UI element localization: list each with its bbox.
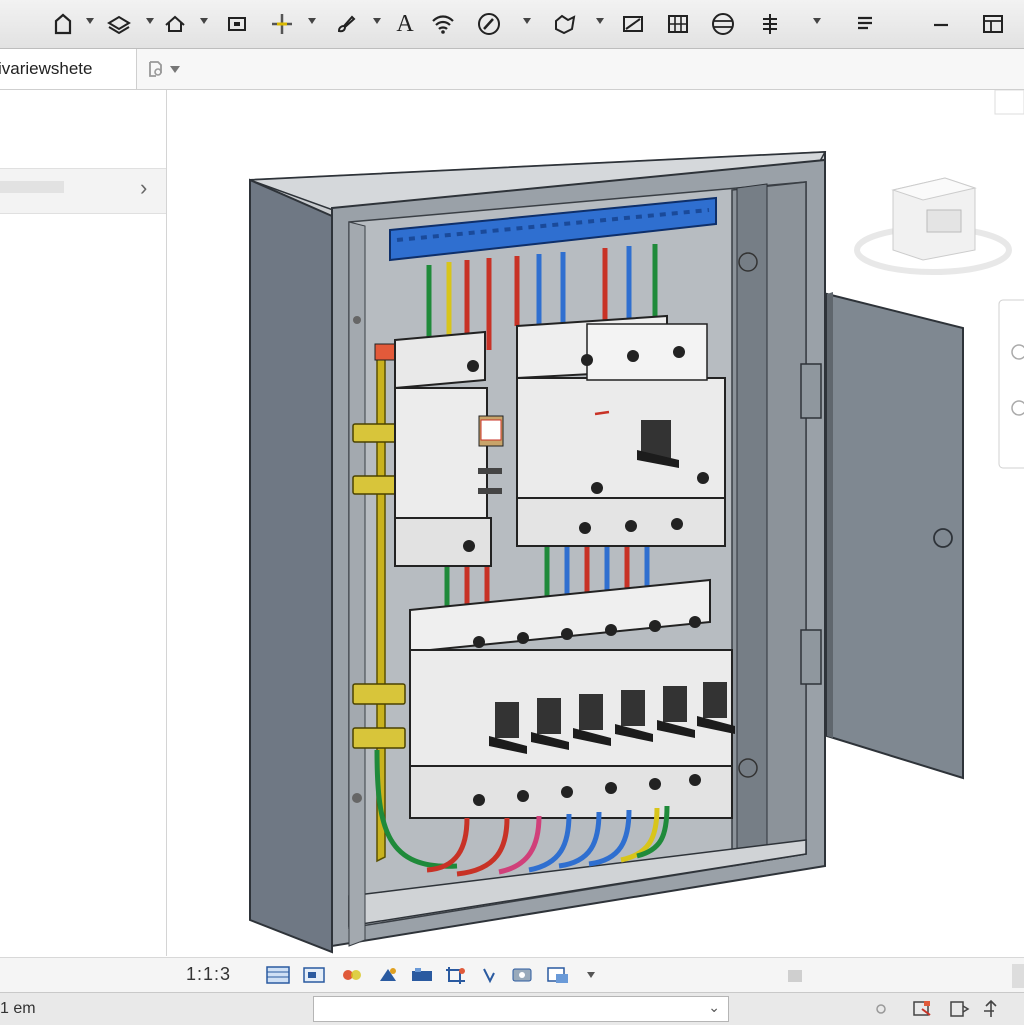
selection-icon[interactable]: [912, 999, 934, 1019]
scale-indicator[interactable]: 1:1:3: [186, 964, 231, 985]
panel-row[interactable]: ›: [0, 168, 166, 214]
chevron-down-icon[interactable]: [596, 18, 604, 24]
crosshair-icon[interactable]: [267, 8, 297, 40]
component-icon[interactable]: [550, 8, 580, 40]
workset-select[interactable]: ⌄: [313, 996, 729, 1022]
crop-icon[interactable]: [444, 965, 468, 985]
shadow-icon[interactable]: [410, 965, 434, 985]
sun-icon[interactable]: [376, 965, 400, 985]
chevron-down-icon[interactable]: [308, 18, 316, 24]
viewcube[interactable]: [854, 177, 1012, 275]
home-icon[interactable]: [48, 8, 78, 40]
row-placeholder: [0, 181, 64, 193]
minimize-icon[interactable]: [926, 8, 956, 40]
scroll-indicator[interactable]: [788, 970, 802, 982]
filter-icon[interactable]: [870, 999, 892, 1019]
electrical-cabinet-drawing: [249, 90, 1024, 954]
tab-options[interactable]: [146, 57, 202, 81]
main-breaker[interactable]: [516, 314, 726, 547]
chevron-down-icon[interactable]: [373, 18, 381, 24]
viewcube-frame: [994, 90, 1024, 115]
temporary-hide-icon[interactable]: [510, 965, 534, 985]
breaker-small[interactable]: [374, 330, 504, 567]
wifi-icon[interactable]: [428, 8, 458, 40]
slash-box-icon[interactable]: [618, 8, 648, 40]
chevron-down-icon[interactable]: ⌄: [708, 999, 720, 1016]
pin-icon[interactable]: [948, 999, 970, 1019]
sheet-icon[interactable]: [266, 965, 290, 985]
align-icon[interactable]: [755, 8, 785, 40]
tab-document[interactable]: ivariewshete: [0, 49, 137, 89]
list-icon[interactable]: [850, 8, 880, 40]
nav-bar[interactable]: [998, 299, 1024, 469]
chevron-down-icon[interactable]: [200, 18, 208, 24]
layer-icon[interactable]: [104, 8, 134, 40]
chevron-down-icon[interactable]: [170, 65, 180, 73]
status-bar: 1 em ⌄: [0, 992, 1024, 1025]
brush-icon[interactable]: [331, 8, 361, 40]
visual-style-icon[interactable]: [340, 965, 364, 985]
document-tabs: ivariewshete: [0, 49, 1024, 90]
chevron-down-icon[interactable]: [523, 18, 531, 24]
left-panel: ›: [0, 90, 167, 956]
status-text: 1 em: [0, 1000, 36, 1017]
circle-lines-icon[interactable]: [708, 8, 738, 40]
hide-icon[interactable]: [478, 965, 502, 985]
reveal-icon[interactable]: [546, 965, 570, 985]
search-icon[interactable]: [146, 59, 166, 79]
view-control-bar: 1:1:3: [0, 957, 1024, 992]
chevron-down-icon[interactable]: [587, 972, 595, 978]
view-icon[interactable]: [302, 965, 326, 985]
scrollbar-end[interactable]: [1012, 964, 1024, 988]
screen-icon[interactable]: [222, 8, 252, 40]
chevron-down-icon[interactable]: [146, 18, 154, 24]
chevron-down-icon[interactable]: [813, 18, 821, 24]
drag-icon[interactable]: [980, 999, 1002, 1019]
main-toolbar: A: [0, 0, 1024, 49]
grid-icon[interactable]: [663, 8, 693, 40]
pencil-icon[interactable]: [474, 8, 504, 40]
breaker-row[interactable]: [409, 578, 735, 819]
chevron-down-icon[interactable]: [86, 18, 94, 24]
model-viewport[interactable]: [167, 90, 1024, 956]
text-tool-button[interactable]: A: [390, 8, 420, 40]
window-icon[interactable]: [978, 8, 1008, 40]
house-icon[interactable]: [160, 8, 190, 40]
tab-title: ivariewshete: [0, 59, 93, 78]
chevron-right-icon[interactable]: ›: [140, 175, 147, 201]
